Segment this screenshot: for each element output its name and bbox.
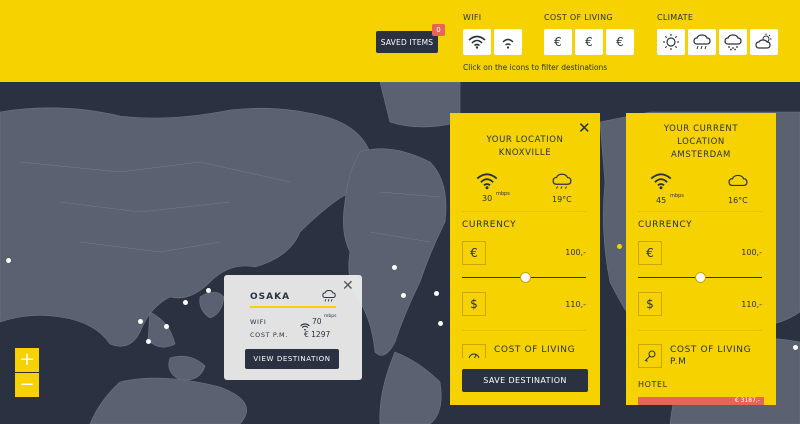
destination-dot[interactable]	[617, 244, 622, 249]
save-destination-button[interactable]: SAVE DESTINATION	[462, 369, 588, 392]
destination-dot[interactable]	[434, 291, 439, 296]
card-wifi-unit: mbps	[670, 193, 684, 199]
card-divider	[638, 211, 762, 212]
euro-icon[interactable]: €	[575, 29, 603, 55]
climate-filter-title: CLIMATE	[657, 13, 694, 22]
wifi-icon	[476, 172, 498, 194]
cost-of-living-period: P.M	[670, 357, 687, 367]
card-heading-line2: KNOXVILLE	[498, 148, 552, 158]
destination-dot[interactable]	[138, 319, 143, 324]
rain-cloud-icon	[321, 288, 337, 307]
dollar-amount: 110,-	[741, 300, 762, 309]
cost-filter-title: COST OF LIVING	[544, 13, 613, 22]
destination-dot[interactable]	[392, 265, 397, 270]
destination-popup: OSAKA ✕ WIFI 70 mbps COST P.M. € 1297 VI…	[224, 275, 362, 380]
currency-slider-handle[interactable]	[695, 272, 706, 283]
cloud-icon	[726, 171, 750, 195]
card-close-icon[interactable]: ✕	[578, 119, 591, 137]
saved-items-button[interactable]: SAVED ITEMS	[376, 31, 438, 53]
gauge-icon	[462, 344, 486, 358]
popup-cost-value: € 1297	[304, 330, 331, 339]
hotel-label: HOTEL	[638, 380, 668, 389]
dollar-icon: $	[638, 292, 662, 316]
filter-toolbar: SAVED ITEMS 0 WIFI COST OF LIVING € € € …	[0, 0, 800, 82]
key-icon	[638, 344, 662, 368]
location-card-amsterdam: YOUR CURRENT LOCATION AMSTERDAM 45 mbps …	[626, 113, 776, 405]
card-temperature: 16°C	[728, 196, 748, 205]
card-temperature: 19°C	[552, 195, 572, 204]
cost-of-living-label: COST OF LIVING	[494, 345, 576, 355]
cost-of-living-label: COST OF LIVING	[670, 345, 752, 355]
destination-dot[interactable]	[401, 293, 406, 298]
euro-amount: 100,-	[565, 248, 586, 257]
currency-slider-handle[interactable]	[520, 272, 531, 283]
snow-cloud-icon[interactable]	[719, 29, 747, 55]
wifi-icon	[650, 172, 672, 194]
card-wifi-value: 30	[482, 194, 493, 203]
popup-wifi-label: WIFI	[250, 318, 267, 326]
zoom-in-button[interactable]: +	[15, 348, 39, 372]
destination-dot[interactable]	[6, 258, 11, 263]
popup-wifi-unit: mbps	[324, 314, 337, 319]
card-divider	[462, 330, 586, 331]
popup-close-icon[interactable]: ✕	[342, 278, 354, 294]
card-heading-line3: AMSTERDAM	[671, 150, 731, 160]
sun-icon[interactable]	[657, 29, 685, 55]
rain-cloud-icon	[550, 172, 574, 196]
card-divider	[462, 211, 586, 212]
destination-dot[interactable]	[164, 324, 169, 329]
rain-cloud-icon[interactable]	[688, 29, 716, 55]
view-destination-button[interactable]: VIEW DESTINATION	[245, 349, 339, 369]
euro-icon[interactable]: €	[606, 29, 634, 55]
euro-icon: €	[638, 241, 662, 265]
euro-icon: €	[462, 241, 486, 265]
filter-hint-text: Click on the icons to filter destination…	[463, 63, 608, 72]
wifi-filter-title: WIFI	[463, 13, 482, 22]
card-heading-line2: LOCATION	[677, 137, 725, 147]
saved-count-badge: 0	[432, 24, 445, 36]
destination-dot[interactable]	[183, 300, 188, 305]
location-card-knoxville: YOUR LOCATION KNOXVILLE ✕ 30 mbps 19°C C…	[450, 113, 600, 405]
partly-cloudy-icon[interactable]	[750, 29, 778, 55]
destination-dot[interactable]	[206, 288, 211, 293]
card-wifi-value: 45	[656, 196, 667, 205]
currency-label: CURRENCY	[462, 220, 517, 230]
euro-amount: 100,-	[741, 248, 762, 257]
dollar-amount: 110,-	[565, 300, 586, 309]
card-heading-line1: YOUR CURRENT	[663, 124, 739, 134]
destination-dot[interactable]	[438, 321, 443, 326]
destination-dot[interactable]	[793, 345, 798, 350]
currency-label: CURRENCY	[638, 220, 693, 230]
hotel-cost-bar: € 3187,-	[638, 397, 764, 405]
card-divider	[638, 330, 762, 331]
popup-cost-label: COST P.M.	[250, 331, 288, 339]
euro-icon[interactable]: €	[544, 29, 572, 55]
popup-wifi-value: 70	[312, 317, 322, 326]
dollar-icon: $	[462, 292, 486, 316]
destination-dot[interactable]	[146, 339, 151, 344]
wifi-strong-icon[interactable]	[463, 29, 491, 55]
zoom-out-button[interactable]: −	[15, 373, 39, 397]
popup-title: OSAKA	[250, 292, 291, 302]
card-wifi-unit: mbps	[496, 191, 510, 197]
wifi-weak-icon[interactable]	[494, 29, 522, 55]
